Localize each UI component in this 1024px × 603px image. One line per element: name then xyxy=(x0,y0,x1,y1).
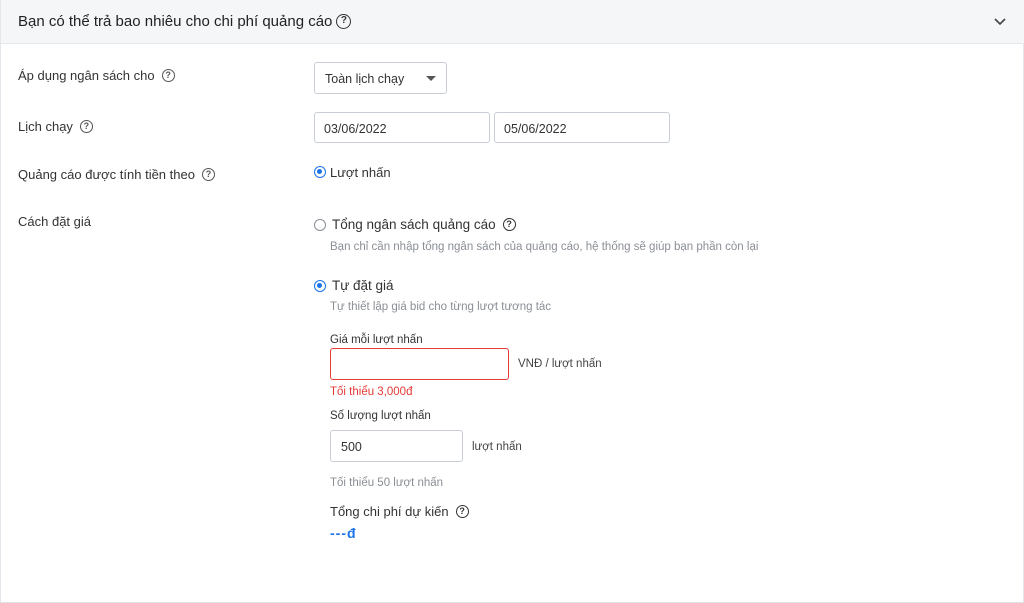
billing-label: Quảng cáo được tính tiền theo xyxy=(18,167,195,182)
question-circle-icon[interactable]: ? xyxy=(161,69,175,82)
price-per-click-label: Giá mỗi lượt nhấn xyxy=(330,334,423,346)
question-circle-icon[interactable]: ? xyxy=(502,218,516,231)
question-circle-icon[interactable]: ? xyxy=(201,168,215,181)
total-budget-label: Tổng ngân sách quảng cáo xyxy=(332,217,496,232)
section-title-wrap: Bạn có thể trả bao nhiêu cho chi phí quả… xyxy=(18,13,352,30)
budget-apply-label: Áp dụng ngân sách cho xyxy=(18,68,155,83)
total-budget-option[interactable]: Tổng ngân sách quảng cáo ? xyxy=(332,217,516,232)
estimated-total-label: Tổng chi phí dự kiến xyxy=(330,504,449,519)
click-count-input[interactable]: 500 xyxy=(330,430,463,462)
question-circle-icon[interactable]: ? xyxy=(455,505,469,518)
manual-bid-description: Tự thiết lập giá bid cho từng lượt tương… xyxy=(330,301,552,313)
manual-bid-radio[interactable] xyxy=(314,280,326,292)
billing-click-label[interactable]: Lượt nhấn xyxy=(330,165,391,180)
total-budget-radio[interactable] xyxy=(314,219,326,231)
budget-panel: Bạn có thể trả bao nhiêu cho chi phí quả… xyxy=(0,0,1024,603)
end-date-input[interactable]: 05/06/2022 xyxy=(494,112,670,143)
estimated-total-value: ---đ xyxy=(330,525,357,541)
caret-down-icon xyxy=(426,76,436,81)
bidding-label: Cách đặt giá xyxy=(18,214,91,229)
price-per-click-input[interactable] xyxy=(330,348,509,380)
total-budget-description: Bạn chỉ cần nhập tổng ngân sách của quản… xyxy=(330,241,759,253)
start-date-input[interactable]: 03/06/2022 xyxy=(314,112,490,143)
chevron-down-icon[interactable] xyxy=(993,14,1007,28)
billing-click-radio[interactable] xyxy=(314,166,326,178)
click-count-hint: Tối thiểu 50 lượt nhấn xyxy=(330,477,444,489)
question-circle-icon[interactable]: ? xyxy=(79,120,93,133)
budget-apply-label-row: Áp dụng ngân sách cho ? xyxy=(18,68,175,83)
manual-bid-label[interactable]: Tự đặt giá xyxy=(332,278,394,293)
schedule-label-row: Lịch chạy ? xyxy=(18,119,93,134)
schedule-label: Lịch chạy xyxy=(18,119,73,134)
billing-label-row: Quảng cáo được tính tiền theo ? xyxy=(18,167,215,182)
section-title: Bạn có thể trả bao nhiêu cho chi phí quả… xyxy=(18,13,333,30)
price-per-click-unit: VNĐ / lượt nhấn xyxy=(518,358,602,370)
estimated-total-row: Tổng chi phí dự kiến ? xyxy=(330,504,469,519)
price-per-click-error: Tối thiểu 3,000đ xyxy=(330,386,413,398)
question-circle-icon[interactable]: ? xyxy=(336,14,352,29)
budget-apply-select[interactable]: Toàn lịch chạy xyxy=(314,62,447,94)
click-count-label: Số lượng lượt nhấn xyxy=(330,410,431,422)
budget-apply-value: Toàn lịch chạy xyxy=(325,72,405,86)
section-header[interactable]: Bạn có thể trả bao nhiêu cho chi phí quả… xyxy=(1,0,1024,44)
click-count-unit: lượt nhấn xyxy=(472,441,522,453)
